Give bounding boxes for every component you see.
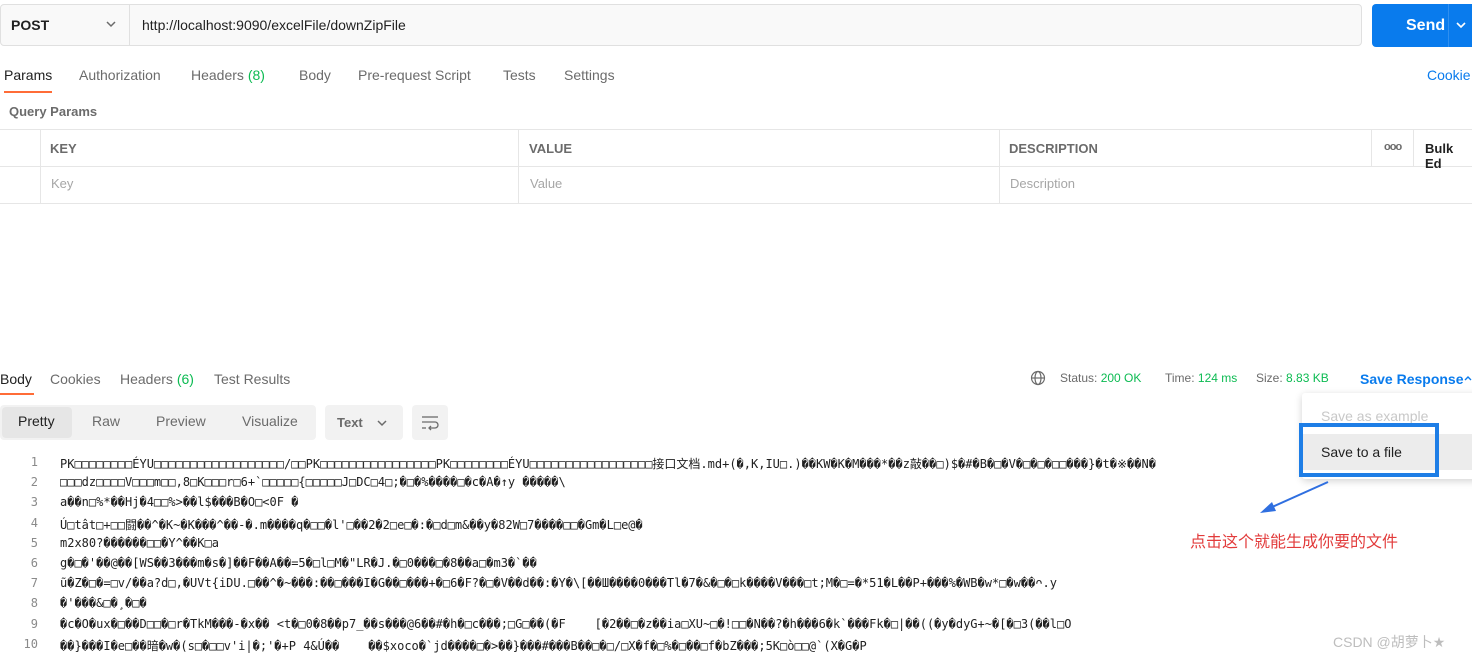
response-tab-cookies[interactable]: Cookies bbox=[50, 371, 101, 387]
size-value: 8.83 KB bbox=[1286, 371, 1329, 385]
table-border-bottom bbox=[0, 203, 1472, 204]
code-line: �'���&□�¸�□� bbox=[60, 596, 147, 610]
tab-tests[interactable]: Tests bbox=[503, 67, 536, 83]
code-line: �c�O�ux�□��D□□�□r�TkM���-�x�� <t�□0�8��p… bbox=[60, 617, 1072, 631]
time-readout: Time: 124 ms bbox=[1165, 371, 1237, 385]
globe-icon[interactable] bbox=[1030, 370, 1046, 386]
line-number: 2 bbox=[30, 475, 38, 489]
size-label: Size: bbox=[1256, 371, 1283, 385]
tab-params[interactable]: Params bbox=[4, 67, 52, 83]
tab-authorization[interactable]: Authorization bbox=[79, 67, 161, 83]
column-header-key: KEY bbox=[50, 141, 77, 156]
response-tab-headers-count: (6) bbox=[176, 371, 194, 387]
save-response-button[interactable]: Save Response bbox=[1360, 371, 1464, 387]
format-label: Text bbox=[337, 415, 363, 430]
line-number: 10 bbox=[23, 637, 38, 651]
wrap-lines-button[interactable] bbox=[412, 405, 448, 440]
watermark: CSDN @胡萝卜★ bbox=[1333, 634, 1446, 650]
tab-headers-label: Headers bbox=[191, 67, 244, 83]
annotation-highlight-box bbox=[1299, 423, 1439, 477]
active-tab-indicator bbox=[4, 91, 52, 93]
table-border-mid bbox=[0, 166, 1472, 167]
code-line: □□□dz□□□□V□□□m□□,8□K□□□r□6+`□□□□□{□□□□□J… bbox=[60, 475, 566, 489]
line-number: 8 bbox=[30, 596, 38, 610]
annotation-text: 点击这个就能生成你要的文件 bbox=[1190, 534, 1399, 551]
send-divider bbox=[1448, 4, 1449, 47]
tab-headers[interactable]: Headers (8) bbox=[191, 67, 265, 83]
send-label: Send bbox=[1406, 16, 1446, 34]
column-header-description: DESCRIPTION bbox=[1009, 141, 1098, 156]
table-col-divider bbox=[999, 129, 1000, 204]
code-line: ũ�Z�□�=□v/��a?d□,�UVt{iDU.□��^�~���:��□�… bbox=[60, 576, 1057, 590]
table-border-top bbox=[0, 129, 1472, 130]
response-tab-headers-label: Headers bbox=[120, 371, 173, 387]
line-number: 9 bbox=[30, 617, 38, 631]
menu-item-save-as-example[interactable]: Save as example bbox=[1321, 408, 1428, 424]
chevron-down-icon bbox=[377, 420, 387, 427]
response-tab-body[interactable]: Body bbox=[0, 371, 32, 387]
bulk-edit-button[interactable]: Bulk Ed bbox=[1425, 141, 1472, 171]
method-select[interactable]: POST bbox=[0, 4, 130, 46]
column-header-value: VALUE bbox=[529, 141, 573, 156]
line-number: 3 bbox=[30, 495, 38, 509]
code-line: g�□�'��@��[WS��3���m�s�]��F��A��=5�□l□M�… bbox=[60, 556, 537, 570]
view-visualize-button[interactable]: Visualize bbox=[242, 413, 298, 429]
key-input[interactable]: Key bbox=[51, 176, 73, 191]
line-number: 4 bbox=[30, 516, 38, 530]
chevron-up-icon[interactable] bbox=[1463, 374, 1472, 384]
table-col-divider bbox=[40, 129, 41, 204]
more-options-icon[interactable]: ooo bbox=[1384, 141, 1402, 153]
line-number: 1 bbox=[30, 455, 38, 469]
view-preview-button[interactable]: Preview bbox=[156, 413, 206, 429]
code-line: m2x80?������□□�Y^��K□a bbox=[60, 536, 219, 550]
response-tab-headers[interactable]: Headers (6) bbox=[120, 371, 194, 387]
wrap-lines-icon bbox=[422, 416, 439, 431]
value-input[interactable]: Value bbox=[530, 176, 562, 191]
table-col-divider bbox=[1413, 129, 1414, 167]
response-tab-test-results[interactable]: Test Results bbox=[214, 371, 290, 387]
description-input[interactable]: Description bbox=[1010, 176, 1075, 191]
code-line: ��}���I�e□��暗�w�(s□�□□v'i|�;'�+P 4&Ú�� �… bbox=[60, 639, 867, 653]
table-col-divider bbox=[518, 129, 519, 204]
method-label: POST bbox=[11, 17, 50, 33]
chevron-down-icon[interactable] bbox=[1454, 18, 1468, 32]
size-readout: Size: 8.83 KB bbox=[1256, 371, 1329, 385]
status-label: Status: bbox=[1060, 371, 1098, 385]
view-pretty-button[interactable]: Pretty bbox=[18, 413, 55, 429]
line-number: 6 bbox=[30, 556, 38, 570]
time-value: 124 ms bbox=[1197, 371, 1238, 385]
status-value: 200 OK bbox=[1100, 371, 1142, 385]
code-line: a��n□%*��Hj�4□□%>��l$���B�O□<0F � bbox=[60, 495, 299, 509]
chevron-down-icon bbox=[106, 21, 116, 28]
cookies-link[interactable]: Cookie bbox=[1427, 67, 1471, 83]
response-active-tab-indicator bbox=[0, 393, 34, 395]
url-input[interactable]: http://localhost:9090/excelFile/downZipF… bbox=[142, 17, 406, 33]
tab-pre-request-script[interactable]: Pre-request Script bbox=[358, 67, 471, 83]
line-number: 7 bbox=[30, 576, 38, 590]
tab-settings[interactable]: Settings bbox=[564, 67, 615, 83]
code-line: PK□□□□□□□□ÉYU□□□□□□□□□□□□□□□□□□/□□PK□□□□… bbox=[60, 457, 1156, 471]
tab-headers-count: (8) bbox=[247, 67, 265, 83]
view-raw-button[interactable]: Raw bbox=[92, 413, 120, 429]
query-params-title: Query Params bbox=[9, 104, 98, 119]
send-button[interactable]: Send bbox=[1372, 4, 1472, 47]
code-line: Ú□tât□+□□闘��^�K~�K���^��-�.m����q�□□�l'□… bbox=[60, 518, 643, 532]
tab-body[interactable]: Body bbox=[299, 67, 331, 83]
annotation-arrow-icon bbox=[1260, 481, 1329, 513]
table-col-divider bbox=[1371, 129, 1372, 167]
status-readout: Status: 200 OK bbox=[1060, 371, 1141, 385]
format-select[interactable]: Text bbox=[325, 405, 403, 440]
time-label: Time: bbox=[1165, 371, 1195, 385]
line-number: 5 bbox=[30, 536, 38, 550]
